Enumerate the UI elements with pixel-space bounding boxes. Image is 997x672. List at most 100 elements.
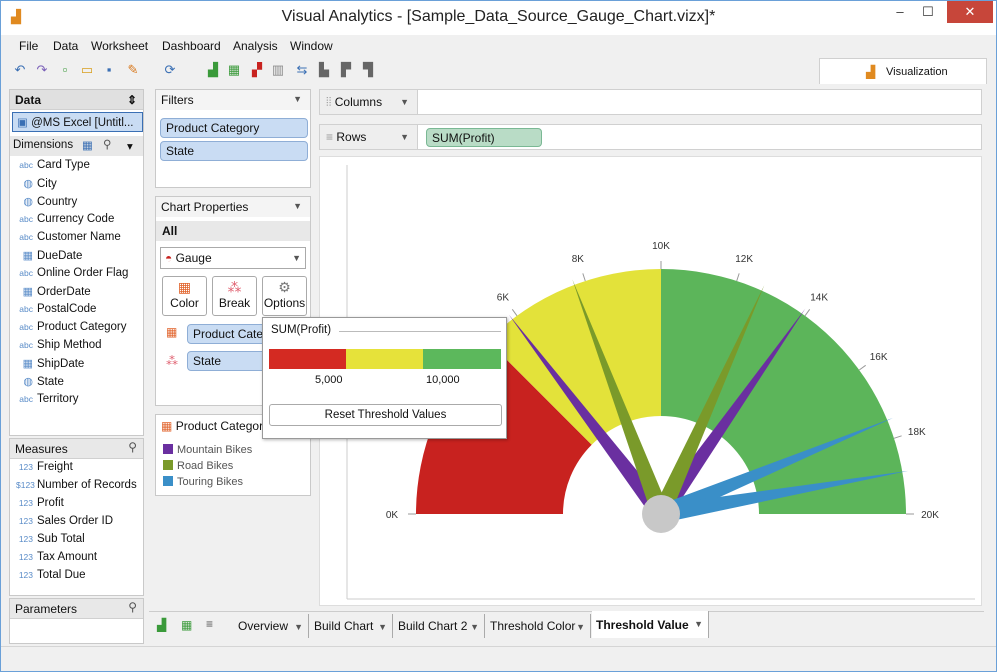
- new-worksheet-icon[interactable]: ▟: [157, 618, 166, 632]
- new-sheet-icon[interactable]: ▟: [204, 61, 222, 79]
- measure-item[interactable]: 123 Tax Amount: [16, 551, 97, 569]
- reset-threshold-button[interactable]: Reset Threshold Values: [269, 404, 502, 426]
- dimension-item[interactable]: abc Currency Code: [16, 213, 114, 231]
- group-icon[interactable]: ▜: [359, 61, 377, 79]
- dimension-item[interactable]: ▦ DueDate: [16, 249, 83, 267]
- columns-shelf[interactable]: ⦙⦙ Columns ▼: [319, 89, 982, 115]
- new-dashboard-icon[interactable]: ▦: [181, 618, 192, 632]
- rows-shelf[interactable]: ≡ Rows ▼ SUM(Profit): [319, 124, 982, 150]
- text-type-icon: abc: [19, 394, 33, 404]
- dimension-name: Territory: [37, 393, 79, 405]
- chart-type-select[interactable]: ◓ Gauge ▼: [160, 247, 306, 269]
- undo-icon[interactable]: ↶: [11, 61, 29, 79]
- menu-window[interactable]: Window: [290, 39, 333, 53]
- sheet-tab-menu-icon[interactable]: ▼: [294, 622, 303, 632]
- maximize-button[interactable]: ☐: [914, 1, 942, 23]
- chart-icon[interactable]: ▥: [269, 61, 287, 79]
- dimensions-menu-icon[interactable]: ▾: [127, 139, 133, 153]
- break-icon: ⁂: [227, 279, 242, 295]
- menu-analysis[interactable]: Analysis: [233, 39, 278, 53]
- dimension-item[interactable]: abc Customer Name: [16, 231, 120, 249]
- filter-pill-state[interactable]: State: [160, 141, 308, 161]
- refresh-icon[interactable]: ⟳: [161, 61, 179, 79]
- measure-item[interactable]: 123 Total Due: [16, 569, 86, 587]
- menu-file[interactable]: File: [19, 39, 38, 53]
- legend-color-icon: ▦: [161, 419, 173, 433]
- rows-menu-icon[interactable]: ▼: [400, 132, 409, 142]
- measure-item[interactable]: 123 Sub Total: [16, 533, 85, 551]
- dimension-item[interactable]: ▦ OrderDate: [16, 285, 91, 303]
- legend-item[interactable]: Touring Bikes: [163, 476, 243, 488]
- text-type-icon: abc: [19, 322, 33, 332]
- dimension-item[interactable]: abc Territory: [16, 393, 79, 411]
- gauge-tick-label: 12K: [735, 254, 753, 265]
- measure-item[interactable]: 123 Profit: [16, 497, 64, 515]
- sheet-tab-menu-icon[interactable]: ▼: [378, 622, 387, 632]
- legend-item[interactable]: Mountain Bikes: [163, 444, 252, 456]
- table-view-icon[interactable]: ▦: [82, 138, 93, 152]
- filters-menu-icon[interactable]: ▼: [293, 94, 302, 104]
- calendar-icon: ▦: [22, 286, 33, 298]
- dimension-item[interactable]: abc PostalCode: [16, 303, 96, 321]
- gauge-tick-label: 6K: [497, 292, 510, 303]
- sheet-tab[interactable]: Overview ▼: [234, 614, 309, 638]
- dimension-name: DueDate: [37, 250, 83, 262]
- break-button[interactable]: ⁂ Break: [212, 276, 257, 316]
- threshold-band-high[interactable]: [423, 349, 501, 369]
- tab-list-icon[interactable]: ≡: [206, 617, 213, 631]
- options-button[interactable]: ⚙ Options: [262, 276, 307, 316]
- sheet-tab[interactable]: Threshold Value ▼: [592, 611, 709, 638]
- sheet-tab-menu-icon[interactable]: ▼: [576, 622, 585, 632]
- sort-asc-icon[interactable]: ▙: [315, 61, 333, 79]
- parameters-search-icon[interactable]: ⚲: [128, 600, 137, 614]
- threshold-band-mid[interactable]: [346, 349, 423, 369]
- dimension-item[interactable]: abc Card Type: [16, 159, 90, 177]
- sheet-tab-menu-icon[interactable]: ▼: [470, 622, 479, 632]
- search-icon[interactable]: ⚲: [103, 137, 111, 151]
- dimension-item[interactable]: abc Ship Method: [16, 339, 101, 357]
- legend-item[interactable]: Road Bikes: [163, 460, 233, 472]
- measure-item[interactable]: $123 Number of Records: [16, 479, 137, 497]
- threshold-band-low[interactable]: [269, 349, 346, 369]
- rows-label: Rows: [336, 130, 367, 144]
- dimension-item[interactable]: abc Online Order Flag: [16, 267, 128, 285]
- columns-menu-icon[interactable]: ▼: [400, 97, 409, 107]
- duplicate-sheet-icon[interactable]: ▦: [225, 61, 243, 79]
- clear-sheet-icon[interactable]: ▞: [248, 61, 266, 79]
- chart-properties-menu-icon[interactable]: ▼: [293, 201, 302, 211]
- sheet-tab-menu-icon[interactable]: ▼: [694, 619, 703, 629]
- sort-desc-icon[interactable]: ▛: [337, 61, 355, 79]
- dimension-item[interactable]: ◍ City: [16, 177, 57, 195]
- sheet-tab[interactable]: Build Chart 2 ▼: [394, 614, 485, 638]
- open-folder-icon[interactable]: ▭: [78, 61, 96, 79]
- measure-name: Number of Records: [37, 479, 137, 491]
- gauge-tick: [804, 309, 811, 317]
- options-button-label: Options: [263, 296, 306, 310]
- visualization-tab[interactable]: ▟ Visualization: [819, 58, 987, 84]
- dimension-name: City: [37, 178, 57, 190]
- menu-dashboard[interactable]: Dashboard: [162, 39, 221, 53]
- redo-icon[interactable]: ↷: [33, 61, 51, 79]
- data-panel-menu-icon[interactable]: ⇕: [127, 93, 137, 107]
- sheet-tab[interactable]: Threshold Color ▼: [486, 614, 591, 638]
- close-button[interactable]: ✕: [947, 1, 993, 23]
- rows-pill-sum-profit[interactable]: SUM(Profit): [426, 128, 542, 147]
- filter-pill-product-category[interactable]: Product Category: [160, 118, 308, 138]
- save-icon[interactable]: ▪: [100, 61, 118, 79]
- dimension-item[interactable]: ◍ State: [16, 375, 63, 393]
- measures-search-icon[interactable]: ⚲: [128, 440, 137, 454]
- menu-data[interactable]: Data: [53, 39, 78, 53]
- menu-worksheet[interactable]: Worksheet: [91, 39, 148, 53]
- sheet-tab[interactable]: Build Chart ▼: [310, 614, 393, 638]
- swap-icon[interactable]: ⇆: [293, 61, 311, 79]
- measure-item[interactable]: 123 Sales Order ID: [16, 515, 113, 533]
- measure-item[interactable]: 123 Freight: [16, 461, 73, 479]
- dimension-item[interactable]: ▦ ShipDate: [16, 357, 85, 375]
- minimize-button[interactable]: –: [886, 1, 914, 23]
- color-button[interactable]: ▦ Color: [162, 276, 207, 316]
- new-icon[interactable]: ▫: [56, 61, 74, 79]
- data-source-selector[interactable]: ▣ @MS Excel [Untitl...: [12, 112, 143, 132]
- dimension-item[interactable]: ◍ Country: [16, 195, 77, 213]
- paint-icon[interactable]: ✎: [124, 61, 142, 79]
- dimension-item[interactable]: abc Product Category: [16, 321, 126, 339]
